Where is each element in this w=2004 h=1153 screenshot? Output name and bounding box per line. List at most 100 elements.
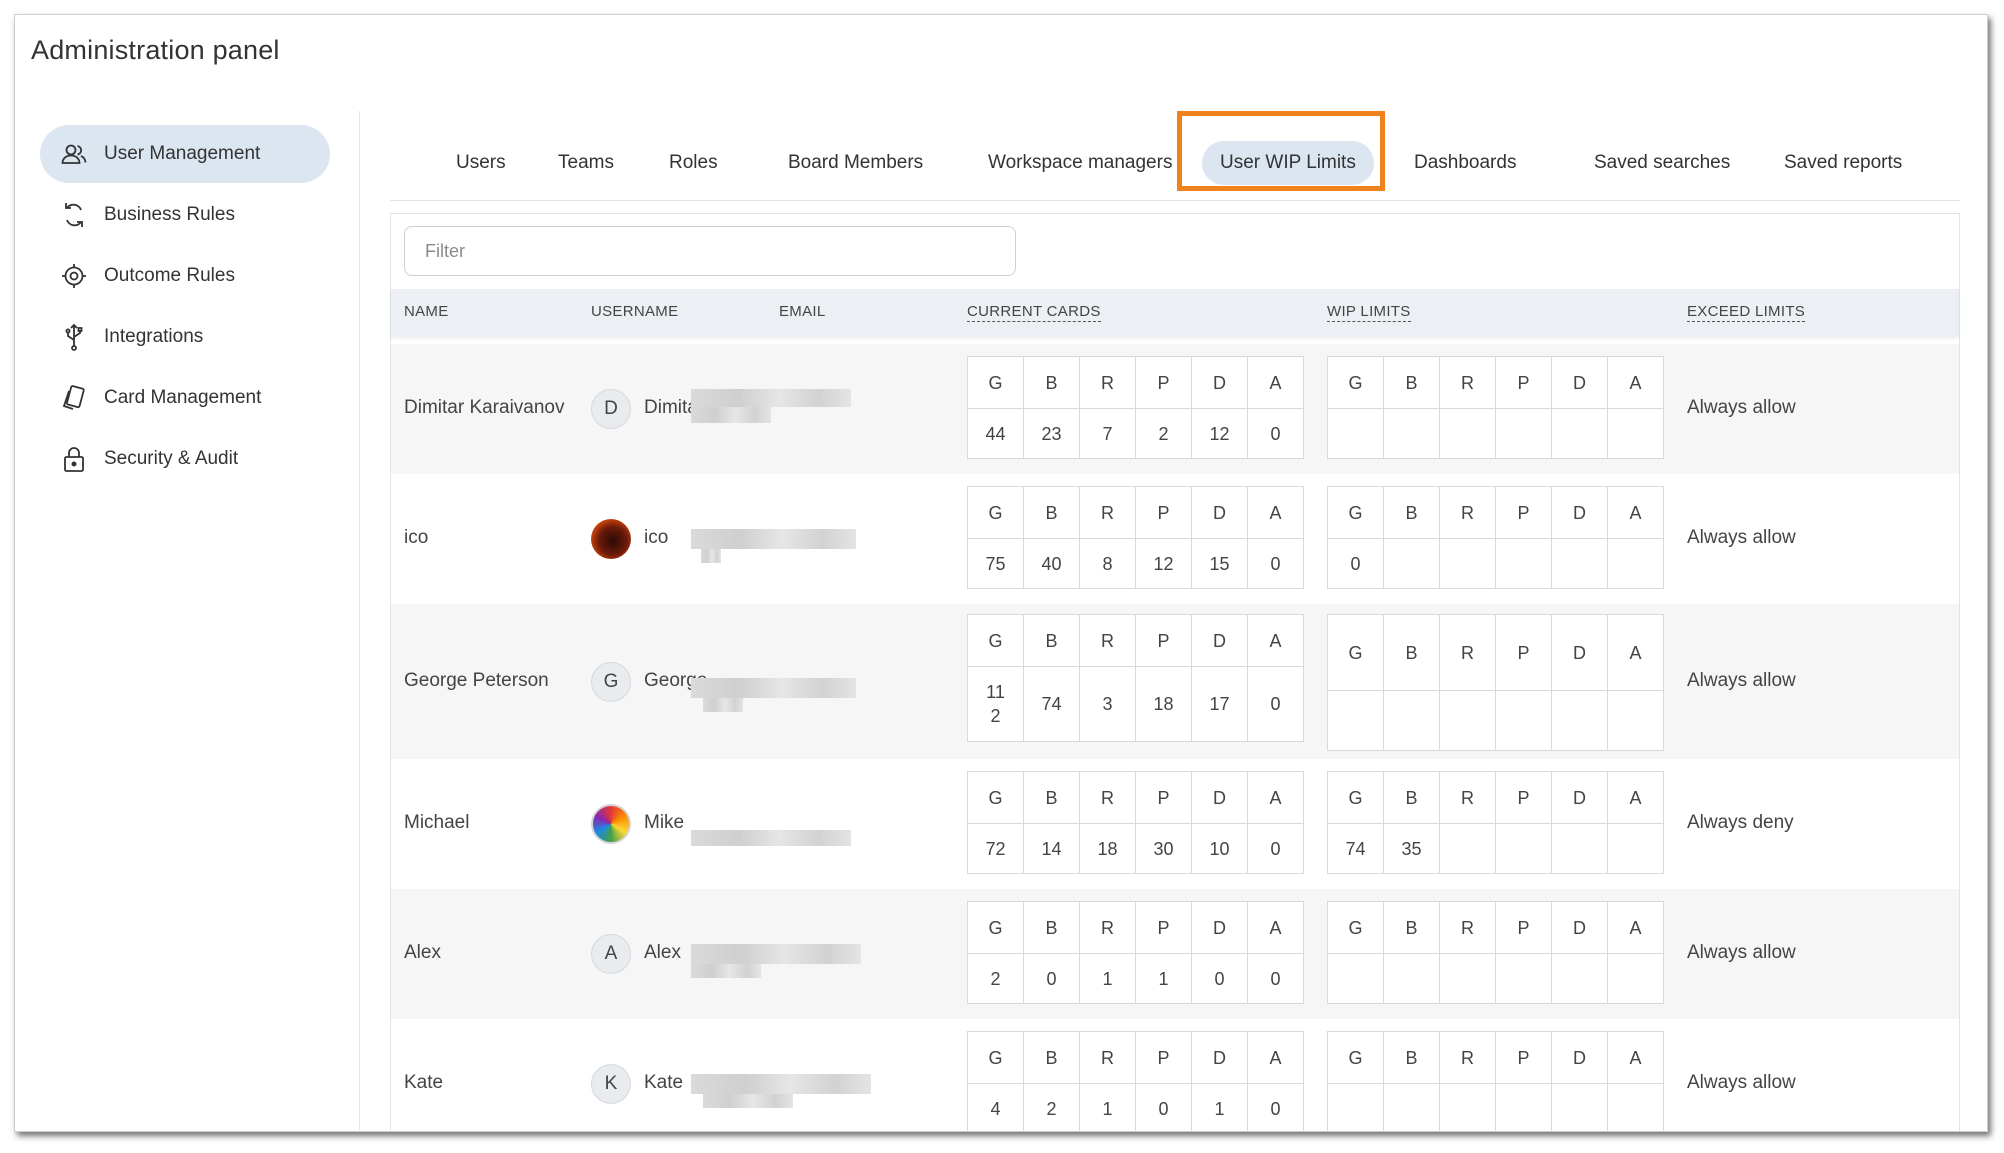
- lane-letter: P: [1495, 771, 1552, 824]
- sidebar-item-integrations[interactable]: Integrations: [40, 308, 330, 366]
- wip-limit-cell[interactable]: [1551, 1083, 1608, 1131]
- sidebar-item-security-audit[interactable]: Security & Audit: [40, 430, 330, 488]
- exceed-limits-value[interactable]: Always allow: [1687, 397, 1796, 419]
- lane-letter: R: [1079, 771, 1136, 824]
- current-cards-cell: 14: [1023, 823, 1080, 874]
- current-cards-cell: 75: [967, 538, 1024, 589]
- users-icon: [60, 140, 88, 168]
- wip-limit-cell[interactable]: [1495, 823, 1552, 874]
- wip-limit-cell[interactable]: [1607, 538, 1664, 589]
- lane-letter: G: [1327, 614, 1384, 691]
- lane-letter: D: [1551, 1031, 1608, 1084]
- exceed-limits-value[interactable]: Always deny: [1687, 812, 1794, 834]
- current-cards-cell: 2: [967, 953, 1024, 1004]
- column-header-exceed-limits[interactable]: EXCEED LIMITS: [1687, 303, 1806, 322]
- wip-limit-cell[interactable]: [1551, 408, 1608, 459]
- lane-letter: R: [1079, 1031, 1136, 1084]
- column-header-username[interactable]: USERNAME: [591, 303, 678, 320]
- wip-limit-cell[interactable]: [1607, 1083, 1664, 1131]
- table-row[interactable]: Dimitar Karaivanov D Dimitar G B R P D A 44 23 7 2 12…: [391, 344, 1959, 474]
- wip-limit-cell[interactable]: [1495, 690, 1552, 751]
- wip-limit-cell[interactable]: [1383, 408, 1440, 459]
- wip-limit-cell[interactable]: 0: [1327, 538, 1384, 589]
- wip-limit-cell[interactable]: [1327, 690, 1384, 751]
- current-cards-cell: 2: [1135, 408, 1192, 459]
- wip-limit-cell[interactable]: 74: [1327, 823, 1384, 874]
- wip-limit-cell[interactable]: [1551, 953, 1608, 1004]
- filter-input[interactable]: [404, 226, 1016, 276]
- sidebar-item-user-management[interactable]: User Management: [40, 125, 330, 183]
- wip-limit-cell[interactable]: [1383, 1083, 1440, 1131]
- exceed-limits-value[interactable]: Always allow: [1687, 527, 1796, 549]
- exceed-limits-value[interactable]: Always allow: [1687, 1072, 1796, 1094]
- current-cards-cell: 1: [1191, 1083, 1248, 1131]
- user-name: Kate: [404, 1072, 444, 1093]
- wip-limit-cell[interactable]: [1551, 538, 1608, 589]
- wip-limit-cell[interactable]: [1551, 823, 1608, 874]
- exceed-limits-value[interactable]: Always allow: [1687, 942, 1796, 964]
- wip-limit-cell[interactable]: [1551, 690, 1608, 751]
- tab-roles[interactable]: Roles: [651, 143, 736, 183]
- lane-letter: A: [1247, 771, 1304, 824]
- lane-letter: P: [1135, 356, 1192, 409]
- wip-limit-cell[interactable]: [1439, 823, 1496, 874]
- table-row[interactable]: Michael Mike G B R P D A 72 14 18 30 10 0 G B R P D A 74 35 Al…: [391, 759, 1959, 889]
- usb-icon: [60, 323, 88, 351]
- tab-workspace-managers[interactable]: Workspace managers: [970, 143, 1190, 183]
- wip-limit-cell[interactable]: [1607, 690, 1664, 751]
- wip-limit-cell[interactable]: [1439, 690, 1496, 751]
- current-cards-cell: 8: [1079, 538, 1136, 589]
- lane-letter: R: [1079, 901, 1136, 954]
- wip-limit-cell[interactable]: [1383, 538, 1440, 589]
- sidebar-item-business-rules[interactable]: Business Rules: [40, 186, 330, 244]
- table-row[interactable]: ico ico G B R P D A 75 40 8 12 15 0 G B R P D A 0 Always allo…: [391, 474, 1959, 604]
- wip-limit-cell[interactable]: [1439, 408, 1496, 459]
- wip-limit-cell[interactable]: [1327, 1083, 1384, 1131]
- tab-users[interactable]: Users: [438, 143, 524, 183]
- column-header-name[interactable]: NAME: [404, 303, 449, 320]
- wip-limit-cell[interactable]: [1383, 690, 1440, 751]
- wip-limit-cell[interactable]: [1607, 823, 1664, 874]
- lane-letter: D: [1191, 901, 1248, 954]
- tab-board-members[interactable]: Board Members: [770, 143, 941, 183]
- tab-teams[interactable]: Teams: [540, 143, 632, 183]
- tab-saved-reports[interactable]: Saved reports: [1766, 143, 1920, 183]
- wip-limit-cell[interactable]: [1495, 538, 1552, 589]
- table-row[interactable]: George Peterson G George G B R P D A 11 2 74 3 18 17 0 G…: [391, 604, 1959, 759]
- sidebar-item-outcome-rules[interactable]: Outcome Rules: [40, 247, 330, 305]
- wip-limit-cell[interactable]: [1607, 408, 1664, 459]
- wip-limit-cell[interactable]: [1495, 953, 1552, 1004]
- current-cards-cell: 0: [1247, 538, 1304, 589]
- wip-limit-cell[interactable]: [1383, 953, 1440, 1004]
- current-cards-cell: 10: [1191, 823, 1248, 874]
- column-header-email[interactable]: EMAIL: [779, 303, 826, 320]
- current-cards-cell: 18: [1079, 823, 1136, 874]
- exceed-limits-value[interactable]: Always allow: [1687, 670, 1796, 692]
- lane-letter: P: [1495, 486, 1552, 539]
- current-cards-cell: 0: [1247, 408, 1304, 459]
- current-cards-cell: 4: [967, 1083, 1024, 1131]
- wip-limit-cell[interactable]: [1439, 953, 1496, 1004]
- wip-limit-cell[interactable]: 35: [1383, 823, 1440, 874]
- wip-limit-cell[interactable]: [1495, 408, 1552, 459]
- lane-letter: D: [1551, 771, 1608, 824]
- wip-limit-cell[interactable]: [1495, 1083, 1552, 1131]
- table-row[interactable]: Kate K Kate G B R P D A 4 2 1 0 1 0 G B R P D A Always allow: [391, 1019, 1959, 1131]
- sidebar-item-card-management[interactable]: Card Management: [40, 369, 330, 427]
- column-header-current-cards[interactable]: CURRENT CARDS: [967, 303, 1101, 322]
- lane-letter: G: [1327, 486, 1384, 539]
- wip-limit-cell[interactable]: [1327, 408, 1384, 459]
- sidebar-item-label: Card Management: [104, 387, 262, 408]
- current-cards-cell: 74: [1023, 666, 1080, 742]
- wip-limit-cell[interactable]: [1439, 538, 1496, 589]
- tab-dashboards[interactable]: Dashboards: [1396, 143, 1534, 183]
- lane-letter: R: [1439, 614, 1496, 691]
- column-header-wip-limits[interactable]: WIP LIMITS: [1327, 303, 1411, 322]
- tab-bar: Users Teams Roles Board Members Workspac…: [390, 111, 1960, 201]
- user-name: Dimitar Karaivanov: [404, 397, 565, 418]
- wip-limit-cell[interactable]: [1327, 953, 1384, 1004]
- wip-limit-cell[interactable]: [1439, 1083, 1496, 1131]
- wip-limit-cell[interactable]: [1607, 953, 1664, 1004]
- table-row[interactable]: Alex A Alex G B R P D A 2 0 1 1 0 0 G B R P D A Always allow: [391, 889, 1959, 1019]
- tab-saved-searches[interactable]: Saved searches: [1576, 143, 1748, 183]
